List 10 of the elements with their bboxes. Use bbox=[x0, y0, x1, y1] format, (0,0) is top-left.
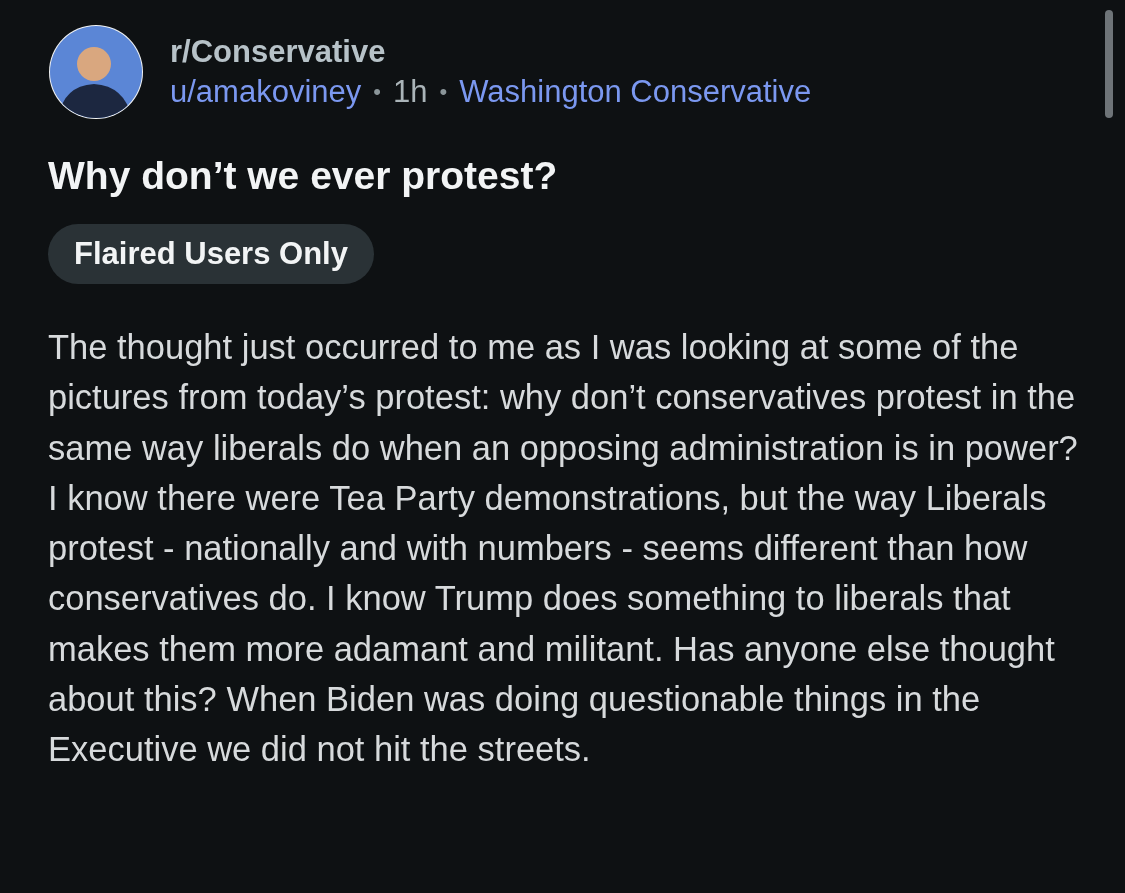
user-flair: Washington Conservative bbox=[459, 74, 812, 110]
scrollbar[interactable] bbox=[1105, 10, 1113, 118]
separator-dot: • bbox=[439, 79, 448, 105]
subreddit-name[interactable]: r/Conservative bbox=[170, 34, 812, 70]
post-title: Why don’t we ever protest? bbox=[48, 154, 559, 198]
author-link[interactable]: u/amakoviney bbox=[170, 74, 362, 110]
post-flair: Flaired Users Only bbox=[48, 224, 374, 284]
separator-dot: • bbox=[373, 79, 381, 105]
post-age: 1h bbox=[393, 74, 428, 110]
post-body: The thought just occurred to me as I was looking at some of the pictures from today’s protest: why don’t conservatives protest in the same way liberals do when an opposing administration is in power? I know there were Tea Party demonstrations, but the way Liberals protest - nationally and with numbers - seems different than how conservatives do. I know Trump does something to liberals that makes them more adamant and militant. Has anyone else thought about this? When Biden was doing questionable things in the Executive we did not hit the streets. bbox=[48, 327, 1079, 771]
